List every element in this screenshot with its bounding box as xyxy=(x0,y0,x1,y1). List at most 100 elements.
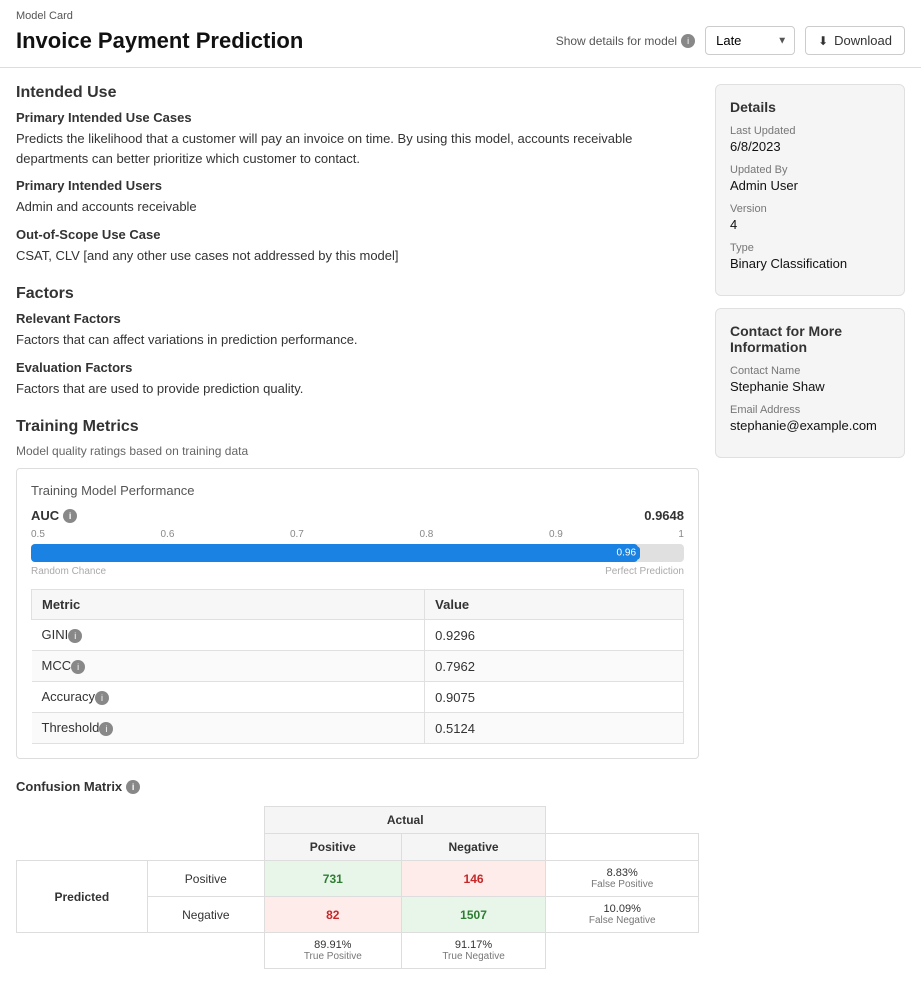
metrics-table: Metric Value GINIi0.9296MCCi0.7962Accura… xyxy=(31,589,684,744)
accuracy-info-icon[interactable]: i xyxy=(95,691,109,705)
contact-card: Contact for More Information Contact Nam… xyxy=(715,308,905,458)
details-card-title: Details xyxy=(730,99,890,115)
progress-value-label: 0.96 xyxy=(613,547,640,560)
tp-cell: 731 xyxy=(264,861,401,897)
last-updated-label: Last Updated xyxy=(730,125,890,137)
version-label: Version xyxy=(730,203,890,215)
type-row: Type Binary Classification xyxy=(730,242,890,271)
factors-section: Factors Relevant Factors Factors that ca… xyxy=(16,285,699,398)
last-updated-value: 6/8/2023 xyxy=(730,139,890,154)
auc-value: 0.9648 xyxy=(644,508,684,523)
contact-name-row: Contact Name Stephanie Shaw xyxy=(730,365,890,394)
table-row: GINIi0.9296 xyxy=(32,620,684,651)
table-row: MCCi0.7962 xyxy=(32,651,684,682)
predicted-label: Predicted xyxy=(17,861,148,933)
factors-title: Factors xyxy=(16,285,699,303)
actual-header: Actual xyxy=(264,807,545,834)
gini-info-icon[interactable]: i xyxy=(68,629,82,643)
updated-by-label: Updated By xyxy=(730,164,890,176)
model-select-wrapper: Late On Time ▼ xyxy=(705,26,795,55)
evaluation-factors-heading: Evaluation Factors xyxy=(16,360,699,375)
main-content: Intended Use Primary Intended Use Cases … xyxy=(0,68,921,1005)
fp-label: False Positive xyxy=(554,879,690,890)
version-row: Version 4 xyxy=(730,203,890,232)
updated-by-row: Updated By Admin User xyxy=(730,164,890,193)
left-panel: Intended Use Primary Intended Use Cases … xyxy=(16,84,699,989)
fn-label: False Negative xyxy=(554,915,690,926)
tp-pct: 89.91% xyxy=(273,939,393,951)
tn-stat-cell: 91.17% True Negative xyxy=(401,933,546,969)
tn-cell: 1507 xyxy=(401,897,546,933)
auc-info-icon[interactable]: i xyxy=(63,509,77,523)
show-details-label: Show details for model i xyxy=(556,34,695,48)
tn-label: True Negative xyxy=(410,951,538,962)
actual-positive-header: Positive xyxy=(264,834,401,861)
intended-use-title: Intended Use xyxy=(16,84,699,102)
actual-negative-header: Negative xyxy=(401,834,546,861)
confusion-matrix-section: Confusion Matrix i Actual Positive xyxy=(16,779,699,969)
out-of-scope-text: CSAT, CLV [and any other use cases not a… xyxy=(16,246,699,266)
progress-scale: 0.5 0.6 0.7 0.8 0.9 1 xyxy=(31,529,684,540)
updated-by-value: Admin User xyxy=(730,178,890,193)
type-value: Binary Classification xyxy=(730,256,890,271)
relevant-factors-text: Factors that can affect variations in pr… xyxy=(16,330,699,350)
threshold-info-icon[interactable]: i xyxy=(99,722,113,736)
right-panel: Details Last Updated 6/8/2023 Updated By… xyxy=(715,84,905,989)
progress-captions: Random Chance Perfect Prediction xyxy=(31,566,684,577)
training-metrics-section: Training Metrics Model quality ratings b… xyxy=(16,418,699,759)
model-select[interactable]: Late On Time xyxy=(705,26,795,55)
tn-pct: 91.17% xyxy=(410,939,538,951)
progress-track: 0.96 xyxy=(31,544,684,562)
evaluation-factors-text: Factors that are used to provide predict… xyxy=(16,379,699,399)
type-label: Type xyxy=(730,242,890,254)
last-updated-row: Last Updated 6/8/2023 xyxy=(730,125,890,154)
auc-row: AUC i 0.9648 xyxy=(31,508,684,523)
header-bar: Model Card Invoice Payment Prediction Sh… xyxy=(0,0,921,68)
predicted-negative-label: Negative xyxy=(147,897,264,933)
model-card-label: Model Card xyxy=(16,10,905,22)
metrics-box-title: Training Model Performance xyxy=(31,483,684,498)
fp-pct: 8.83% xyxy=(554,867,690,879)
value-col-header: Value xyxy=(425,590,684,620)
fp-cell: 146 xyxy=(401,861,546,897)
contact-name-label: Contact Name xyxy=(730,365,890,377)
intended-use-section: Intended Use Primary Intended Use Cases … xyxy=(16,84,699,265)
training-metrics-title: Training Metrics xyxy=(16,418,699,436)
relevant-factors-heading: Relevant Factors xyxy=(16,311,699,326)
primary-use-cases-text: Predicts the likelihood that a customer … xyxy=(16,129,699,168)
confusion-matrix-title: Confusion Matrix i xyxy=(16,779,699,794)
auc-label: AUC i xyxy=(31,508,77,523)
primary-users-text: Admin and accounts receivable xyxy=(16,197,699,217)
predicted-positive-label: Positive xyxy=(147,861,264,897)
confusion-info-icon[interactable]: i xyxy=(126,780,140,794)
download-button[interactable]: ⬇ Download xyxy=(805,26,905,55)
progress-fill: 0.96 xyxy=(31,544,638,562)
download-icon: ⬇ xyxy=(818,34,828,48)
page-title: Invoice Payment Prediction xyxy=(16,28,303,54)
metric-col-header: Metric xyxy=(32,590,425,620)
tp-stat-cell: 89.91% True Positive xyxy=(264,933,401,969)
training-metrics-subtitle: Model quality ratings based on training … xyxy=(16,444,699,458)
contact-email-row: Email Address stephanie@example.com xyxy=(730,404,890,433)
version-value: 4 xyxy=(730,217,890,232)
show-details-info-icon[interactable]: i xyxy=(681,34,695,48)
out-of-scope-heading: Out-of-Scope Use Case xyxy=(16,227,699,242)
table-row: Accuracyi0.9075 xyxy=(32,682,684,713)
metrics-box: Training Model Performance AUC i 0.9648 … xyxy=(16,468,699,759)
primary-users-heading: Primary Intended Users xyxy=(16,178,699,193)
header-row: Invoice Payment Prediction Show details … xyxy=(16,26,905,55)
fn-stat-cell: 10.09% False Negative xyxy=(546,897,699,933)
caption-left: Random Chance xyxy=(31,566,106,577)
caption-right: Perfect Prediction xyxy=(605,566,684,577)
contact-name-value: Stephanie Shaw xyxy=(730,379,890,394)
mcc-info-icon[interactable]: i xyxy=(71,660,85,674)
details-card: Details Last Updated 6/8/2023 Updated By… xyxy=(715,84,905,296)
confusion-table: Actual Positive Negative Predicted Pos xyxy=(16,806,699,969)
fn-pct: 10.09% xyxy=(554,903,690,915)
fp-stat-cell: 8.83% False Positive xyxy=(546,861,699,897)
primary-use-cases-heading: Primary Intended Use Cases xyxy=(16,110,699,125)
contact-card-title: Contact for More Information xyxy=(730,323,890,355)
header-actions: Show details for model i Late On Time ▼ … xyxy=(556,26,905,55)
contact-email-value: stephanie@example.com xyxy=(730,418,890,433)
table-row: Thresholdi0.5124 xyxy=(32,713,684,744)
